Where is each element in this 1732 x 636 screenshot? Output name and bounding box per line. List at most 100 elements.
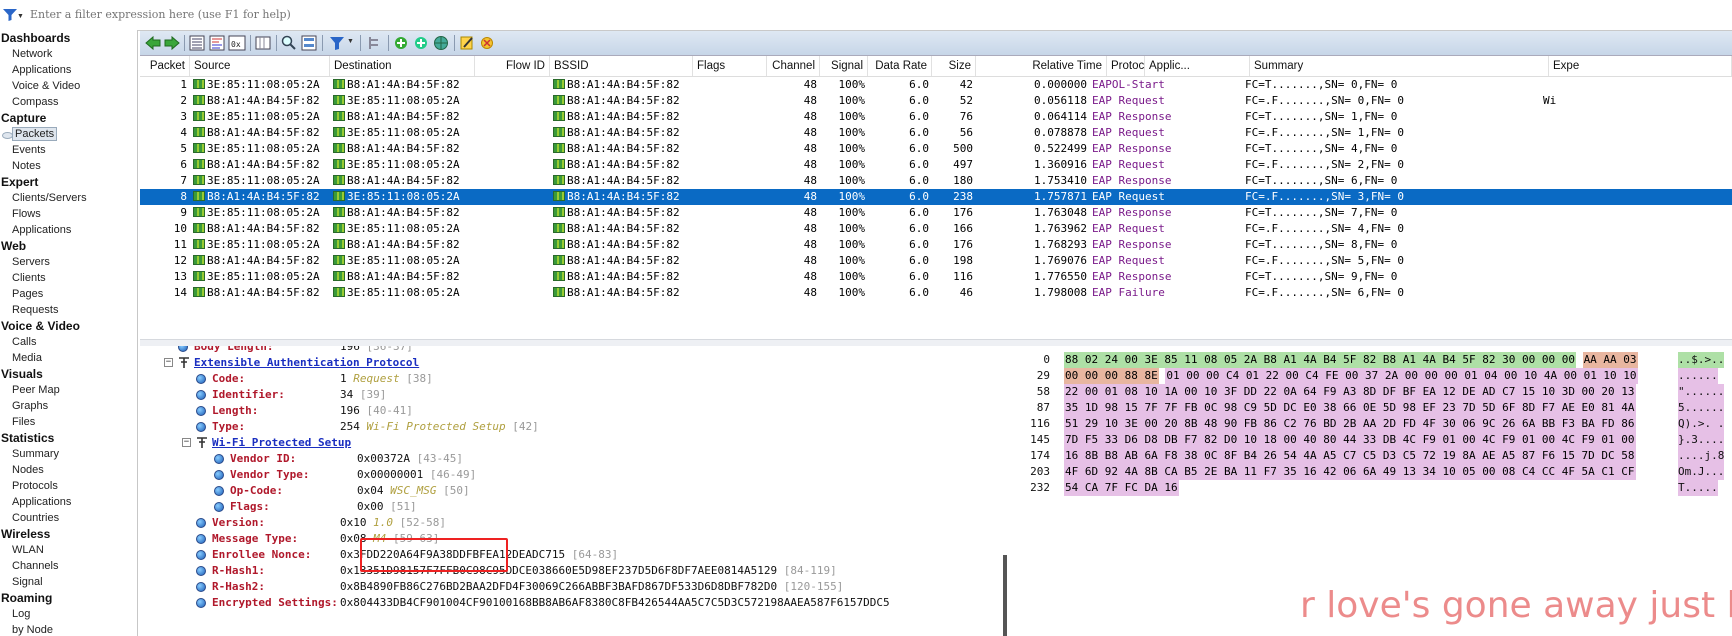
- forward-arrow-icon[interactable]: [163, 34, 181, 52]
- table-row[interactable]: 7 3E:85:11:08:05:2A B8:A1:4A:B4:5F:82 B8:A1…: [140, 173, 1732, 189]
- sidebar-item-peer-map[interactable]: Peer Map: [0, 382, 137, 398]
- columns-icon[interactable]: [254, 34, 272, 52]
- hex-bytes[interactable]: 35 1D 98 15 7F 7F FB 0C 98 C9 5D DC E0 3…: [1064, 400, 1636, 416]
- sidebar-item-notes[interactable]: Notes: [0, 158, 137, 174]
- flag-icon[interactable]: [478, 34, 496, 52]
- filter-menu-icon[interactable]: ▼: [347, 38, 354, 45]
- edit-notes-icon[interactable]: [458, 34, 476, 52]
- collapse-toggle-icon[interactable]: −: [182, 438, 191, 447]
- decode-scrollbar[interactable]: [1003, 555, 1007, 636]
- column-header-data-rate[interactable]: Data Rate: [868, 56, 932, 76]
- decode-line[interactable]: Length: 196 [40-41]: [140, 403, 1000, 419]
- decode-line[interactable]: Encrypted Settings: 0x804433DB4CF901004CF…: [140, 595, 1000, 611]
- decode-line[interactable]: Code: 1 Request [38]: [140, 371, 1000, 387]
- hex-bytes[interactable]: 88 02 24 00 3E 85 11 08 05 2A B8 A1 4A B…: [1064, 352, 1638, 368]
- column-header-size[interactable]: Size: [932, 56, 976, 76]
- hex-bytes[interactable]: 4F 6D 92 4A 8B CA B5 2E BA 11 F7 35 16 4…: [1064, 464, 1636, 480]
- hex-bytes[interactable]: 7D F5 33 D6 D8 DB F7 82 D0 10 18 00 40 8…: [1064, 432, 1636, 448]
- find-icon[interactable]: [280, 34, 298, 52]
- decode-view-icon[interactable]: [208, 34, 226, 52]
- sidebar-item-voice-video[interactable]: Voice & Video: [0, 78, 137, 94]
- decode-line[interactable]: − Wi-Fi Protected Setup: [140, 435, 1000, 451]
- hex-byte-group[interactable]: 51 29 10 3E 00 20 8B 48 90 FB 86 C2 76 B…: [1064, 416, 1636, 432]
- table-row[interactable]: 11 3E:85:11:08:05:2A B8:A1:4A:B4:5F:82 B8:A…: [140, 237, 1732, 253]
- add-flow-icon[interactable]: [412, 34, 430, 52]
- sidebar-item-network[interactable]: Network: [0, 46, 137, 62]
- hex-byte-group[interactable]: 01 00 00 C4 01 22 00 C4 FE 00 37 2A 00 0…: [1165, 368, 1638, 384]
- sidebar-item-events[interactable]: Events: [0, 142, 137, 158]
- sidebar-item-pages[interactable]: Pages: [0, 286, 137, 302]
- column-header-source[interactable]: Source: [190, 56, 330, 76]
- decode-line[interactable]: − Extensible Authentication Protocol: [140, 355, 1000, 371]
- hex-bytes[interactable]: 00 00 00 88 8E 01 00 00 C4 01 22 00 C4 F…: [1064, 368, 1638, 384]
- sidebar-item-calls[interactable]: Calls: [0, 334, 137, 350]
- sidebar-item-by-node[interactable]: by Node: [0, 622, 137, 636]
- column-header-flags[interactable]: Flags: [693, 56, 767, 76]
- sidebar-item-wlan[interactable]: WLAN: [0, 542, 137, 558]
- table-row[interactable]: 1 3E:85:11:08:05:2A B8:A1:4A:B4:5F:82 B8:A1…: [140, 77, 1732, 93]
- decode-line[interactable]: Flags: 0x00 [51]: [140, 499, 1000, 515]
- sidebar-item-channels[interactable]: Channels: [0, 558, 137, 574]
- sidebar-item-applications[interactable]: Applications: [0, 494, 137, 510]
- hex-bytes[interactable]: 51 29 10 3E 00 20 8B 48 90 FB 86 C2 76 B…: [1064, 416, 1636, 432]
- tree-icon[interactable]: [366, 34, 384, 52]
- decode-line[interactable]: Identifier: 34 [39]: [140, 387, 1000, 403]
- sidebar-item-requests[interactable]: Requests: [0, 302, 137, 318]
- sidebar-item-clients[interactable]: Clients: [0, 270, 137, 286]
- decode-line[interactable]: Vendor Type: 0x00000001 [46-49]: [140, 467, 1000, 483]
- globe-icon[interactable]: [432, 34, 450, 52]
- sidebar-item-files[interactable]: Files: [0, 414, 137, 430]
- decode-line[interactable]: R-Hash2: 0x8B4890FB86C276BD2BAA2DFD4F3006…: [140, 579, 1000, 595]
- sidebar-item-flows[interactable]: Flows: [0, 206, 137, 222]
- column-header-expe[interactable]: Expe: [1549, 56, 1732, 76]
- sidebar-item-packets[interactable]: Packets: [0, 126, 137, 142]
- column-header-applic-[interactable]: Applic...: [1145, 56, 1250, 76]
- add-node-icon[interactable]: [392, 34, 410, 52]
- hex-byte-group[interactable]: 16 8B B8 AB 6A F8 38 0C 8F B4 26 54 4A A…: [1064, 448, 1636, 464]
- sidebar-item-graphs[interactable]: Graphs: [0, 398, 137, 414]
- pane-splitter[interactable]: [140, 339, 1732, 346]
- hex-byte-group[interactable]: 22 00 01 08 10 1A 00 10 3F DD 22 0A 64 F…: [1064, 384, 1636, 400]
- sidebar-item-clients-servers[interactable]: Clients/Servers: [0, 190, 137, 206]
- table-row[interactable]: 10 B8:A1:4A:B4:5F:82 3E:85:11:08:05:2A B8:A…: [140, 221, 1732, 237]
- hex-bytes[interactable]: 16 8B B8 AB 6A F8 38 0C 8F B4 26 54 4A A…: [1064, 448, 1636, 464]
- filter-icon[interactable]: [328, 34, 346, 52]
- hex-byte-group[interactable]: 00 00 00 88 8E: [1064, 368, 1159, 384]
- decode-line[interactable]: Enrollee Nonce: 0x3FDD220A64F9A38DDFBFEA1…: [140, 547, 1000, 563]
- decode-line[interactable]: Vendor ID: 0x00372A [43-45]: [140, 451, 1000, 467]
- hex-byte-group[interactable]: AA AA 03: [1582, 352, 1638, 368]
- column-header-destination[interactable]: Destination: [330, 56, 475, 76]
- table-row[interactable]: 13 3E:85:11:08:05:2A B8:A1:4A:B4:5F:82 B8:A…: [140, 269, 1732, 285]
- layout-icon[interactable]: [300, 34, 318, 52]
- column-header-flow-id[interactable]: Flow ID: [475, 56, 550, 76]
- sidebar-item-summary[interactable]: Summary: [0, 446, 137, 462]
- hex-byte-group[interactable]: 4F 6D 92 4A 8B CA B5 2E BA 11 F7 35 16 4…: [1064, 464, 1636, 480]
- sidebar-item-applications[interactable]: Applications: [0, 62, 137, 78]
- table-row[interactable]: 4 B8:A1:4A:B4:5F:82 3E:85:11:08:05:2A B8:A1…: [140, 125, 1732, 141]
- hex-byte-group[interactable]: 54 CA 7F FC DA 16: [1064, 480, 1179, 496]
- sidebar-item-media[interactable]: Media: [0, 350, 137, 366]
- table-row[interactable]: 2 B8:A1:4A:B4:5F:82 3E:85:11:08:05:2A B8:A1…: [140, 93, 1732, 109]
- table-row[interactable]: 12 B8:A1:4A:B4:5F:82 3E:85:11:08:05:2A B8:A…: [140, 253, 1732, 269]
- hex-bytes[interactable]: 22 00 01 08 10 1A 00 10 3F DD 22 0A 64 F…: [1064, 384, 1636, 400]
- table-row[interactable]: 6 B8:A1:4A:B4:5F:82 3E:85:11:08:05:2A B8:A1…: [140, 157, 1732, 173]
- sidebar-item-servers[interactable]: Servers: [0, 254, 137, 270]
- table-row[interactable]: 5 3E:85:11:08:05:2A B8:A1:4A:B4:5F:82 B8:A1…: [140, 141, 1732, 157]
- hex-view-icon[interactable]: 0x: [228, 34, 246, 52]
- filter-input[interactable]: [30, 5, 1720, 23]
- hex-bytes[interactable]: 54 CA 7F FC DA 16: [1064, 480, 1179, 496]
- column-header-channel[interactable]: Channel: [767, 56, 820, 76]
- filter-dropdown-icon[interactable]: ▼: [17, 13, 24, 20]
- collapse-toggle-icon[interactable]: −: [164, 358, 173, 367]
- hex-byte-group[interactable]: 88 02 24 00 3E 85 11 08 05 2A B8 A1 4A B…: [1064, 352, 1576, 368]
- sidebar-item-signal[interactable]: Signal: [0, 574, 137, 590]
- table-row[interactable]: 9 3E:85:11:08:05:2A B8:A1:4A:B4:5F:82 B8:A1…: [140, 205, 1732, 221]
- column-header-protocol[interactable]: Protocol: [1107, 56, 1145, 76]
- decode-line[interactable]: Type: 254 Wi-Fi Protected Setup [42]: [140, 419, 1000, 435]
- protocol-header-label[interactable]: Wi-Fi Protected Setup: [212, 435, 351, 451]
- sidebar-item-log[interactable]: Log: [0, 606, 137, 622]
- column-header-signal[interactable]: Signal: [820, 56, 868, 76]
- column-header-packet[interactable]: Packet: [140, 56, 190, 76]
- sidebar-item-countries[interactable]: Countries: [0, 510, 137, 526]
- hex-byte-group[interactable]: 35 1D 98 15 7F 7F FB 0C 98 C9 5D DC E0 3…: [1064, 400, 1636, 416]
